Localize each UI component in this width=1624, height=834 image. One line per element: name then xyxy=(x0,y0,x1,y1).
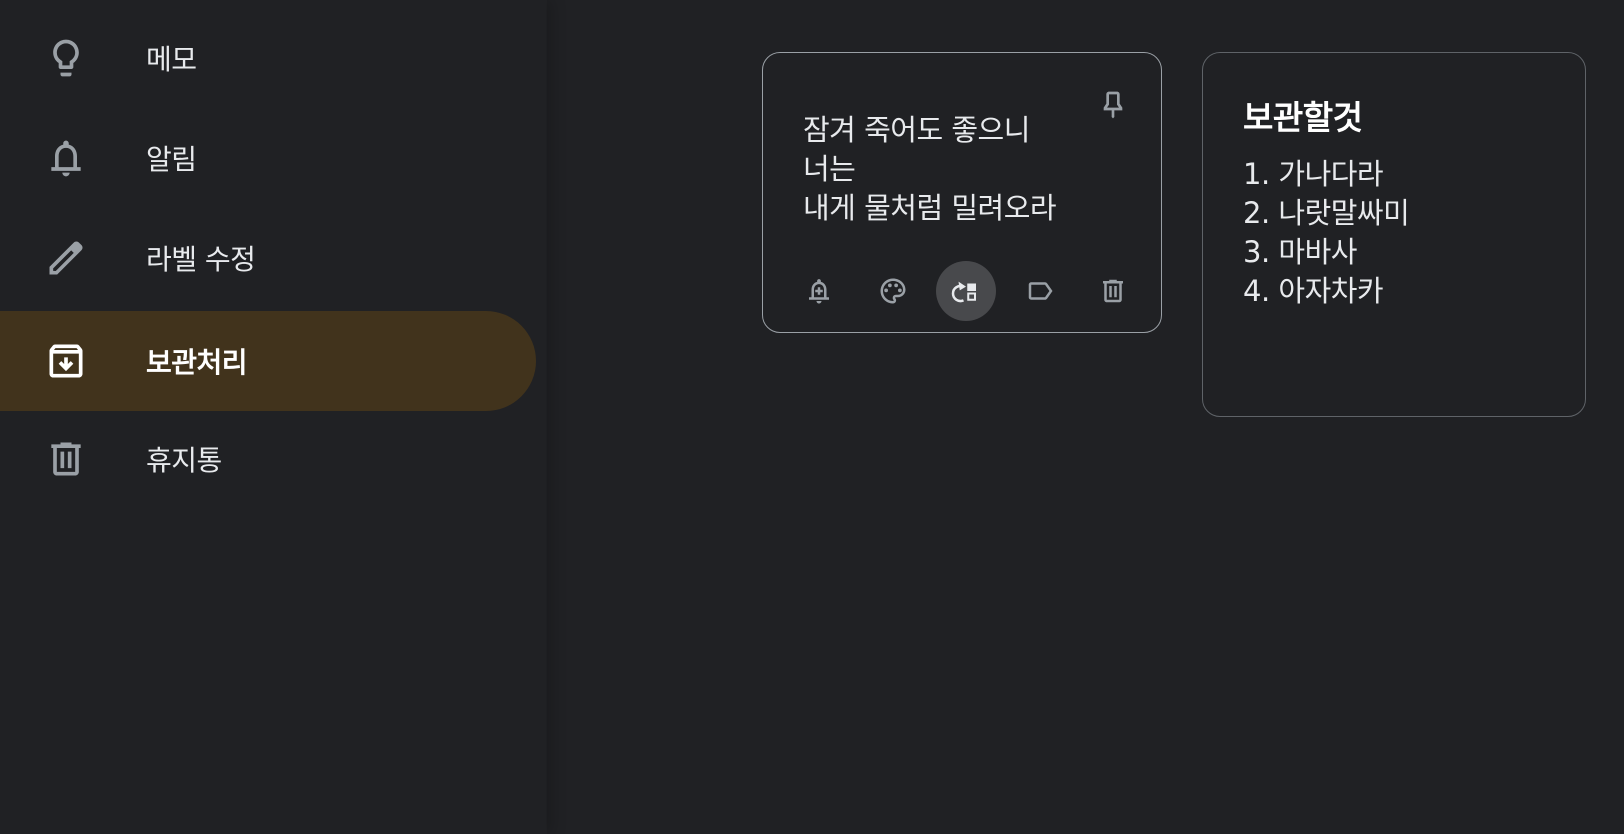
unarchive-button[interactable] xyxy=(936,261,996,321)
bell-plus-icon xyxy=(809,279,829,304)
sidebar: 메모 알림 라벨 수정 보관처리 휴지통 xyxy=(0,0,546,834)
sidebar-item-label: 보관처리 xyxy=(146,346,248,379)
background-options-button[interactable] xyxy=(863,261,923,321)
label-icon xyxy=(1028,282,1052,300)
sidebar-item-label: 휴지통 xyxy=(146,444,222,477)
sidebar-item-label: 라벨 수정 xyxy=(146,243,256,276)
palette-icon xyxy=(880,278,905,304)
trash-icon xyxy=(44,437,88,481)
sidebar-item-archive[interactable]: 보관처리 xyxy=(0,311,536,411)
sidebar-item-trash[interactable]: 휴지통 xyxy=(0,409,536,509)
note-title: 보관할것 xyxy=(1243,98,1363,137)
note-card[interactable]: 잠겨 죽어도 좋으니 너는 내게 물처럼 밀려오라 xyxy=(762,52,1162,333)
trash-icon xyxy=(1103,279,1123,303)
note-body: 잠겨 죽어도 좋으니 너는 내게 물처럼 밀려오라 xyxy=(803,113,1057,225)
sidebar-item-label: 알림 xyxy=(146,143,197,176)
unarchive-icon xyxy=(951,281,977,303)
pencil-icon xyxy=(44,236,88,280)
note-body: 1. 가나다라 2. 나랏말싸미 3. 마바사 4. 아자차카 xyxy=(1243,157,1410,308)
archive-icon xyxy=(44,339,88,383)
note-card[interactable]: 보관할것 1. 가나다라 2. 나랏말싸미 3. 마바사 4. 아자차카 xyxy=(1202,52,1586,417)
app: 메모 알림 라벨 수정 보관처리 휴지통 잠겨 죽어도 좋으니 너는 내게 물처… xyxy=(0,0,1624,834)
reminder-button[interactable] xyxy=(789,261,849,321)
note-toolbar xyxy=(789,260,1143,322)
delete-button[interactable] xyxy=(1083,261,1143,321)
sidebar-item-label: 메모 xyxy=(146,43,197,76)
bell-icon xyxy=(44,136,88,180)
sidebar-item-edit-labels[interactable]: 라벨 수정 xyxy=(0,208,536,308)
lightbulb-icon xyxy=(44,36,88,80)
sidebar-item-reminders[interactable]: 알림 xyxy=(0,108,536,208)
add-label-button[interactable] xyxy=(1010,261,1070,321)
sidebar-item-memo[interactable]: 메모 xyxy=(0,8,536,108)
